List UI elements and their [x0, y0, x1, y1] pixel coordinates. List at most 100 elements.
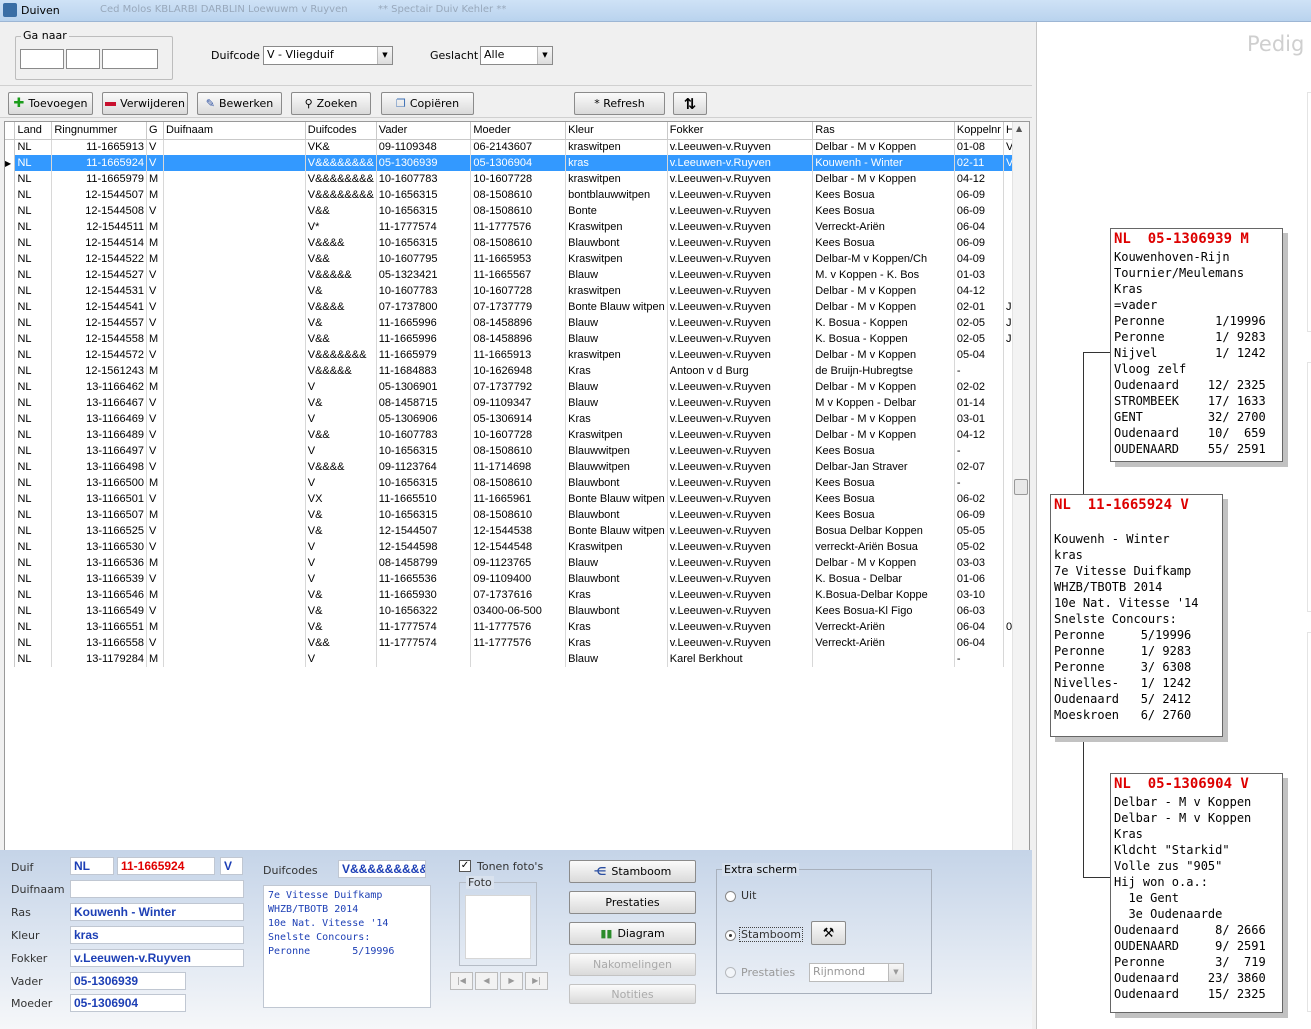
table-cell[interactable]: kras — [565, 155, 668, 171]
table-row[interactable]: NL 12-1544557 V V& 11-1665996 08-1458896 Blauw… — [5, 315, 1029, 331]
table-cell[interactable]: NL — [14, 651, 53, 667]
table-row[interactable]: NL 12-1544511 M V* 11-1777574 11-1777576 Krasw… — [5, 219, 1029, 235]
table-cell[interactable]: 02-05 — [954, 315, 1004, 331]
table-cell[interactable]: V& — [305, 523, 377, 539]
table-cell[interactable]: Bonte Blauw witpen — [565, 523, 668, 539]
table-cell[interactable]: 06-02 — [954, 491, 1004, 507]
table-cell[interactable] — [163, 363, 306, 379]
column-header[interactable]: Kleur — [565, 122, 668, 140]
pedigree-father-card[interactable]: NL 05-1306939 M Kouwenhoven-Rijn Tournier… — [1110, 228, 1283, 462]
table-cell[interactable]: Delbar - M v Koppen — [812, 555, 955, 571]
table-cell[interactable]: NL — [14, 491, 53, 507]
first-icon[interactable]: |◀ — [450, 972, 473, 990]
table-row[interactable]: NL 11-1665913 V VK& 09-1109348 06-2143607 kras… — [5, 139, 1029, 155]
table-cell[interactable] — [163, 219, 306, 235]
table-cell[interactable]: NL — [14, 555, 53, 571]
table-cell[interactable]: 13-1166462 — [51, 379, 147, 395]
table-cell[interactable]: 09-1123764 — [376, 459, 472, 475]
table-cell[interactable]: v.Leeuwen-v.Ruyven — [667, 267, 814, 283]
table-cell[interactable]: 13-1166530 — [51, 539, 147, 555]
table-row[interactable]: NL 13-1166489 V V&& 10-1607783 10-1607728 Kras… — [5, 427, 1029, 443]
table-cell[interactable]: V — [146, 571, 164, 587]
table-cell[interactable]: 07-1737779 — [470, 299, 567, 315]
table-cell[interactable]: Delbar - M v Koppen — [812, 283, 955, 299]
table-cell[interactable]: Kees Bosua — [812, 507, 955, 523]
table-cell[interactable]: v.Leeuwen-v.Ruyven — [667, 331, 814, 347]
table-cell[interactable]: NL — [14, 347, 53, 363]
table-cell[interactable]: 03-03 — [954, 555, 1004, 571]
table-cell[interactable] — [163, 539, 306, 555]
table-cell[interactable]: V&&&& — [305, 459, 377, 475]
table-cell[interactable]: Bosua Delbar Koppen — [812, 523, 955, 539]
table-cell[interactable]: NL — [14, 155, 53, 171]
table-cell[interactable]: Kraswitpen — [565, 219, 668, 235]
table-cell[interactable]: 06-09 — [954, 187, 1004, 203]
table-cell[interactable]: 10-1626948 — [470, 363, 567, 379]
table-row[interactable]: NL 13-1166467 V V& 08-1458715 09-1109347 Blauw… — [5, 395, 1029, 411]
table-row[interactable]: NL 12-1544527 V V&&&&& 05-1323421 11-1665567 B… — [5, 267, 1029, 283]
table-cell[interactable] — [163, 555, 306, 571]
table-row[interactable]: NL 13-1166498 V V&&&& 09-1123764 11-1714698 Bl… — [5, 459, 1029, 475]
table-cell[interactable] — [163, 571, 306, 587]
rijnmond-select[interactable]: Rijnmond ▼ — [809, 963, 904, 982]
table-cell[interactable] — [163, 475, 306, 491]
table-cell[interactable]: 12-1544508 — [51, 203, 147, 219]
table-cell[interactable]: M — [146, 235, 164, 251]
table-row[interactable]: NL 13-1166530 V V 12-1544598 12-1544548 Kraswi… — [5, 539, 1029, 555]
table-cell[interactable]: Kraswitpen — [565, 427, 668, 443]
table-cell[interactable]: 08-1508610 — [470, 187, 567, 203]
table-cell[interactable]: 12-1544548 — [470, 539, 567, 555]
table-cell[interactable]: Kras — [565, 619, 668, 635]
table-cell[interactable]: M — [146, 363, 164, 379]
table-cell[interactable] — [163, 523, 306, 539]
table-cell[interactable]: 11-1665961 — [470, 491, 567, 507]
table-cell[interactable]: 09-1109400 — [470, 571, 567, 587]
table-cell[interactable] — [163, 315, 306, 331]
table-cell[interactable] — [163, 299, 306, 315]
table-cell[interactable] — [163, 507, 306, 523]
column-header[interactable]: Koppelnr — [954, 122, 1004, 140]
table-cell[interactable] — [163, 427, 306, 443]
table-cell[interactable]: 13-1166546 — [51, 587, 147, 603]
table-cell[interactable]: V& — [305, 507, 377, 523]
table-cell[interactable]: 12-1544557 — [51, 315, 147, 331]
table-cell[interactable] — [812, 651, 955, 667]
table-cell[interactable]: 06-09 — [954, 235, 1004, 251]
duifnaam-field[interactable] — [70, 880, 244, 898]
table-cell[interactable]: 07-1737616 — [470, 587, 567, 603]
table-cell[interactable]: V — [146, 299, 164, 315]
table-cell[interactable]: V — [305, 379, 377, 395]
table-cell[interactable]: v.Leeuwen-v.Ruyven — [667, 507, 814, 523]
table-row[interactable]: NL 12-1544507 M V&&&&&&&& 10-1656315 08-15086… — [5, 187, 1029, 203]
table-cell[interactable]: 06-09 — [954, 507, 1004, 523]
table-cell[interactable]: 11-1665979 — [376, 347, 472, 363]
duifcode-select[interactable]: V - Vliegduif ▼ — [263, 46, 393, 65]
table-cell[interactable]: 01-14 — [954, 395, 1004, 411]
table-cell[interactable]: K. Bosua - Delbar — [812, 571, 955, 587]
table-cell[interactable]: V — [305, 539, 377, 555]
table-cell[interactable]: VX — [305, 491, 377, 507]
table-cell[interactable]: V&&&& — [305, 299, 377, 315]
table-cell[interactable]: 05-1306914 — [470, 411, 567, 427]
table-row[interactable]: NL 13-1166551 M V& 11-1777574 11-1777576 Kras v… — [5, 619, 1029, 635]
table-cell[interactable]: 13-1166469 — [51, 411, 147, 427]
table-cell[interactable]: 08-1458896 — [470, 315, 567, 331]
table-cell[interactable]: Bonte — [565, 203, 668, 219]
copieren-button[interactable]: ❐ Copiëren — [381, 92, 474, 115]
table-cell[interactable]: NL — [14, 411, 53, 427]
table-cell[interactable] — [163, 635, 306, 651]
table-row[interactable]: NL 13-1166500 M V 10-1656315 08-1508610 Blauwb… — [5, 475, 1029, 491]
table-cell[interactable]: 12-1544531 — [51, 283, 147, 299]
table-cell[interactable]: V&&&&&&&& — [305, 171, 377, 187]
table-cell[interactable]: 10-1656315 — [376, 475, 472, 491]
table-cell[interactable]: 01-08 — [954, 139, 1004, 155]
table-cell[interactable]: kraswitpen — [565, 283, 668, 299]
table-cell[interactable]: 09-1109348 — [376, 139, 472, 155]
next-icon[interactable]: ▶ — [500, 972, 523, 990]
table-cell[interactable]: M — [146, 187, 164, 203]
table-cell[interactable]: V — [146, 155, 164, 171]
table-cell[interactable]: 02-07 — [954, 459, 1004, 475]
table-cell[interactable]: V — [146, 283, 164, 299]
table-cell[interactable]: v.Leeuwen-v.Ruyven — [667, 299, 814, 315]
bewerken-button[interactable]: ✎ Bewerken — [197, 92, 282, 115]
